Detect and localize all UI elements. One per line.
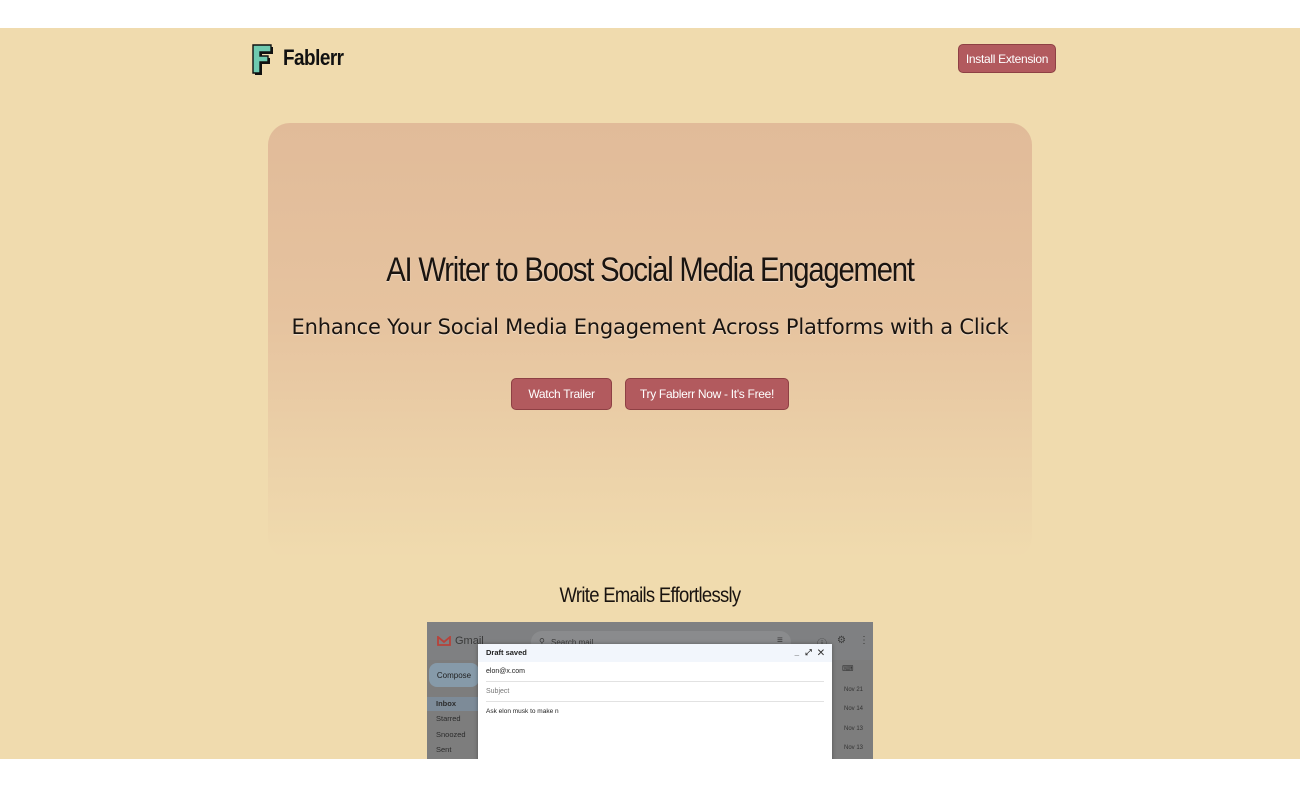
install-extension-button[interactable]: Install Extension (958, 44, 1056, 73)
brand-name: Fablerr (283, 45, 344, 70)
fablerr-logo-icon (252, 44, 273, 75)
gmail-nav-sent: Sent (436, 745, 452, 754)
hero-title: AI Writer to Boost Social Media Engageme… (386, 251, 915, 289)
hero-section: AI Writer to Boost Social Media Engageme… (268, 123, 1032, 559)
gmail-compose-button: Compose (429, 663, 479, 687)
gmail-nav-inbox: Inbox (427, 697, 479, 711)
mail-date: Nov 13 (844, 745, 864, 751)
hero-subtitle: Enhance Your Social Media Engagement Acr… (291, 315, 1009, 339)
gmail-nav-starred: Starred (436, 714, 461, 723)
mail-date: Nov 13 (844, 726, 864, 732)
mail-date: Nov 14 (844, 706, 864, 712)
window-controls-icon: _ ⤢ ✕ (794, 648, 826, 657)
try-fablerr-button[interactable]: Try Fablerr Now - It's Free! (625, 378, 789, 410)
gmail-envelope-icon (437, 636, 451, 646)
brand-logo[interactable]: Fablerr (249, 41, 353, 75)
apps-grid-icon: ⋮ (859, 635, 869, 646)
draft-to-field: elon@x.com (486, 662, 824, 682)
draft-status: Draft saved (486, 648, 527, 657)
keyboard-icon: ⌨ (842, 664, 854, 673)
gmail-nav-snoozed: Snoozed (436, 730, 466, 739)
gear-icon: ⚙ (837, 635, 846, 646)
section-title: Write Emails Effortlessly (559, 584, 742, 607)
draft-body-text: Ask elon musk to make n (486, 708, 559, 715)
gmail-logo: Gmail (437, 635, 484, 647)
landing-page: Fablerr Install Extension AI Writer to B… (0, 28, 1300, 759)
draft-subject-field: Subject (486, 682, 824, 702)
draft-header: Draft saved _ ⤢ ✕ (478, 644, 832, 662)
gmail-demo-screenshot: Gmail ⚲ Search mail ≡ ⓘ ⚙ ⋮ Compose Inbo… (427, 622, 873, 759)
gmail-draft-window: Draft saved _ ⤢ ✕ elon@x.com Subject Ask… (478, 644, 832, 759)
watch-trailer-button[interactable]: Watch Trailer (511, 378, 612, 410)
mail-date: Nov 21 (844, 687, 864, 693)
